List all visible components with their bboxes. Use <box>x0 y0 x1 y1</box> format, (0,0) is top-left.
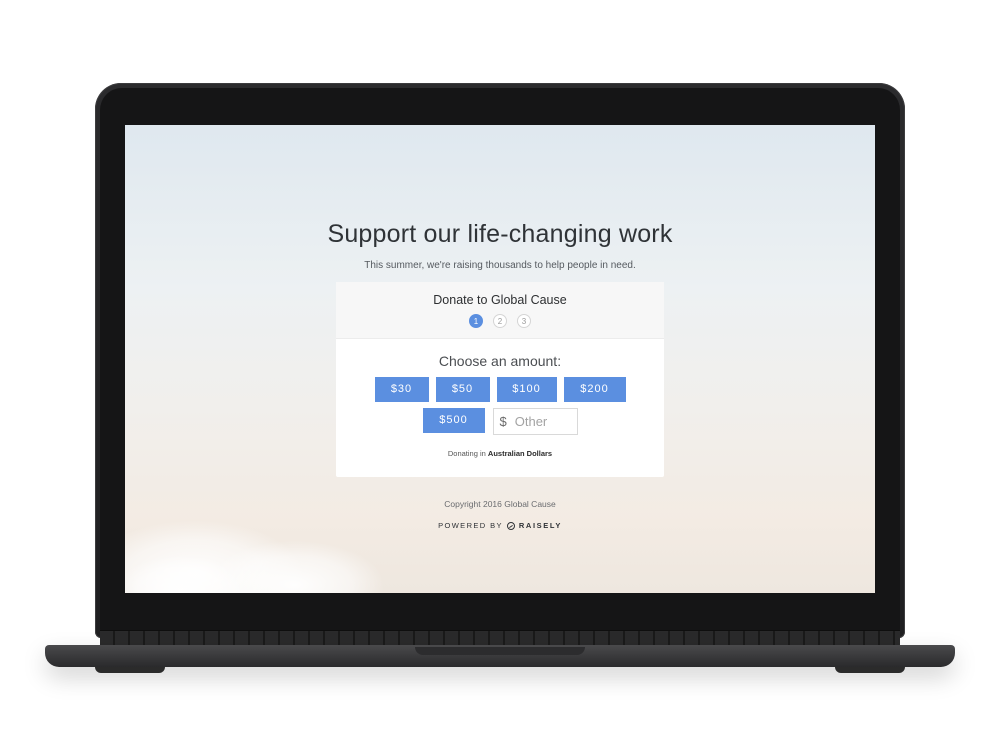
donation-page: Support our life-changing work This summ… <box>125 125 875 593</box>
page-subtitle: This summer, we're raising thousands to … <box>364 260 636 271</box>
donation-card-header: Donate to Global Cause 1 2 3 <box>336 282 664 339</box>
amount-500-button[interactable]: $500 <box>422 408 485 433</box>
step-2: 2 <box>493 314 507 328</box>
amount-100-button[interactable]: $100 <box>496 377 557 402</box>
currency-name: Australian Dollars <box>487 449 553 458</box>
amount-50-button[interactable]: $50 <box>435 377 490 402</box>
other-amount-field[interactable]: $ <box>492 408 578 435</box>
laptop-foot-left <box>95 667 165 673</box>
powered-by[interactable]: POWERED BY RAISELY <box>125 521 875 530</box>
currency-note: Donating in Australian Dollars <box>336 449 664 458</box>
step-1: 1 <box>469 314 483 328</box>
laptop-hinge-notch <box>415 647 585 655</box>
amount-30-button[interactable]: $30 <box>374 377 429 402</box>
laptop-screen: Support our life-changing work This summ… <box>125 125 875 593</box>
step-indicator: 1 2 3 <box>336 314 664 328</box>
choose-amount-label: Choose an amount: <box>438 353 562 369</box>
powered-by-label: POWERED BY <box>438 521 503 530</box>
step-3: 3 <box>517 314 531 328</box>
raisely-logo-icon <box>506 521 515 530</box>
donation-card: Donate to Global Cause 1 2 3 Choose an a… <box>336 282 664 477</box>
copyright-text: Copyright 2016 Global Cause <box>444 499 556 509</box>
amount-row: $500 $ <box>336 408 664 435</box>
dollar-sign: $ <box>499 414 507 429</box>
raisely-brand-name: RAISELY <box>518 521 562 530</box>
amount-row: $30 $50 $100 $200 <box>336 377 664 402</box>
other-amount-input[interactable] <box>512 413 577 430</box>
donation-card-title: Donate to Global Cause <box>433 293 567 307</box>
currency-prefix: Donating in <box>447 449 486 458</box>
laptop-foot-right <box>835 667 905 673</box>
amount-200-button[interactable]: $200 <box>563 377 626 402</box>
page-title: Support our life-changing work <box>327 220 673 248</box>
